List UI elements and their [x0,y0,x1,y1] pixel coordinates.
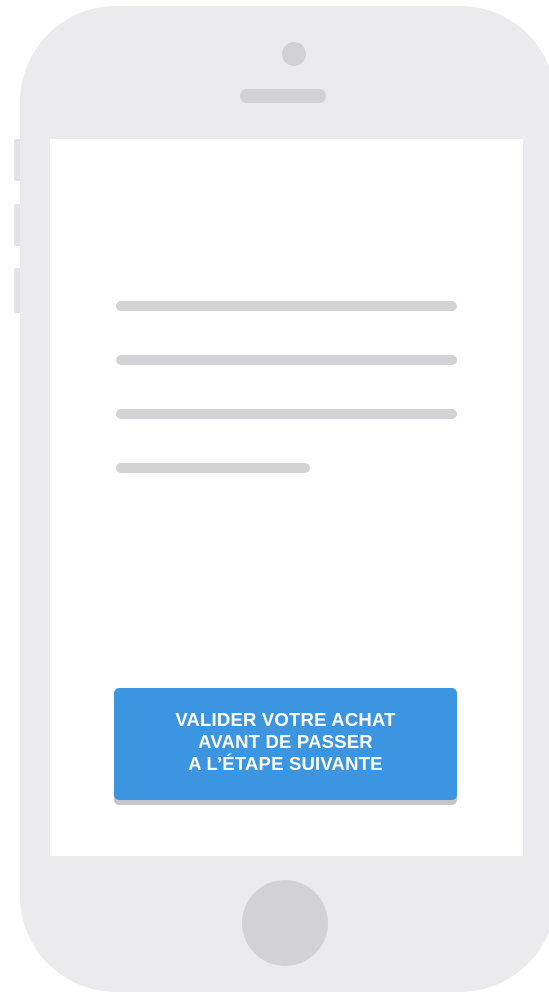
validate-purchase-label-line-2: AVANT DE PASSER [198,731,373,752]
placeholder-text-line-1 [116,301,457,311]
validate-purchase-label-line-3: A L’ÉTAPE SUIVANTE [188,753,383,774]
phone-screen: VALIDER VOTRE ACHAT AVANT DE PASSER A L’… [50,139,523,856]
validate-purchase-label-line-1: VALIDER VOTRE ACHAT [175,709,396,730]
speaker-icon [240,89,326,103]
phone-body: VALIDER VOTRE ACHAT AVANT DE PASSER A L’… [20,6,549,992]
phone-mockup-canvas: VALIDER VOTRE ACHAT AVANT DE PASSER A L’… [0,0,549,995]
placeholder-text-line-4 [116,463,310,473]
home-button-icon[interactable] [242,880,328,966]
validate-purchase-button[interactable]: VALIDER VOTRE ACHAT AVANT DE PASSER A L’… [114,688,457,800]
camera-icon [282,42,306,66]
placeholder-text-line-3 [116,409,457,419]
placeholder-text-line-2 [116,355,457,365]
